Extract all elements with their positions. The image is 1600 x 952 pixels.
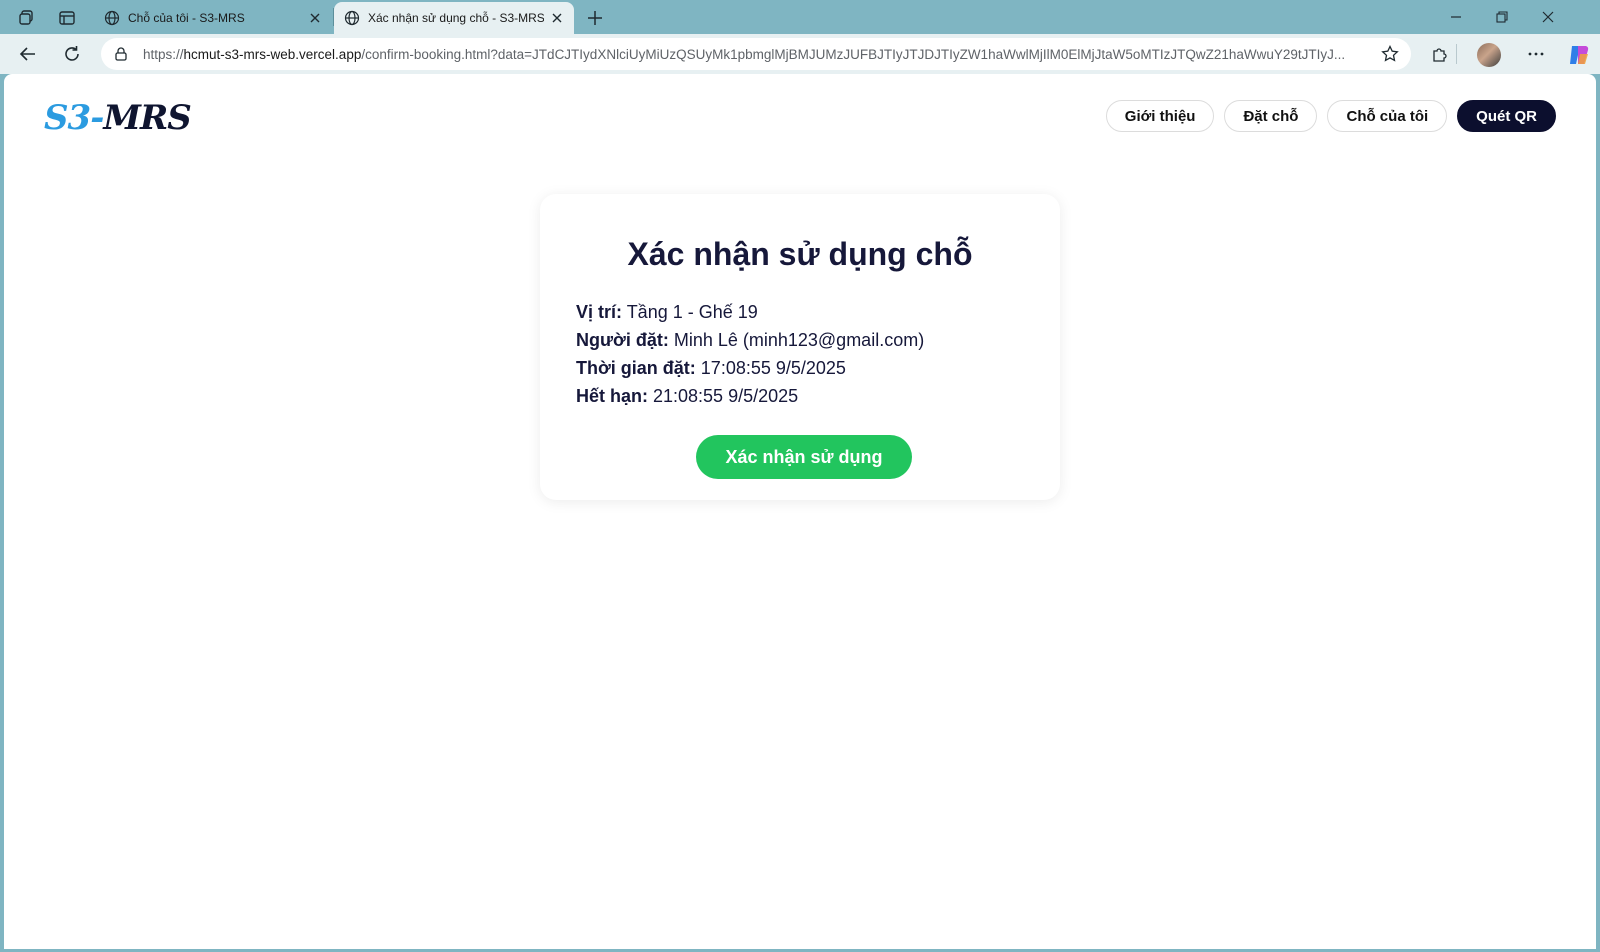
location-label: Vị trí:: [576, 302, 623, 322]
favorite-star-icon[interactable]: [1381, 45, 1399, 63]
tab-title: Chỗ của tôi - S3-MRS: [128, 11, 245, 25]
location-row: Vị trí: Tầng 1 - Ghế 19: [576, 298, 924, 326]
tab-confirm-booking[interactable]: Xác nhận sử dụng chỗ - S3-MRS: [334, 2, 574, 34]
url-text[interactable]: https://hcmut-s3-mrs-web.vercel.app/conf…: [143, 47, 1369, 62]
lock-icon[interactable]: [113, 46, 129, 62]
nav-my-spots-button[interactable]: Chỗ của tôi: [1327, 100, 1448, 132]
booked-time-label: Thời gian đặt:: [576, 358, 696, 378]
expiry-label: Hết hạn:: [576, 386, 648, 406]
globe-icon: [344, 10, 360, 26]
url-scheme: https://: [143, 46, 184, 62]
address-bar[interactable]: https://hcmut-s3-mrs-web.vercel.app/conf…: [101, 38, 1411, 70]
workspaces-icon[interactable]: [12, 5, 42, 31]
booker-row: Người đặt: Minh Lê (minh123@gmail.com): [576, 326, 924, 354]
browser-toolbar: https://hcmut-s3-mrs-web.vercel.app/conf…: [0, 34, 1600, 74]
nav-book-button[interactable]: Đặt chỗ: [1224, 100, 1318, 132]
new-tab-icon[interactable]: [582, 6, 608, 30]
copilot-icon[interactable]: [1566, 42, 1592, 68]
vertical-tabs-icon[interactable]: [52, 5, 82, 31]
page-viewport: S3-MRS Giới thiệu Đặt chỗ Chỗ của tôi Qu…: [4, 74, 1596, 949]
site-logo[interactable]: S3-MRS: [44, 98, 192, 138]
url-host: hcmut-s3-mrs-web.vercel.app: [183, 46, 362, 62]
close-tab-icon[interactable]: [308, 11, 322, 25]
more-options-icon[interactable]: [1520, 40, 1552, 68]
nav-scan-qr-button[interactable]: Quét QR: [1457, 100, 1556, 132]
expiry-row: Hết hạn: 21:08:55 9/5/2025: [576, 382, 924, 410]
globe-icon: [104, 10, 120, 26]
nav-intro-button[interactable]: Giới thiệu: [1105, 100, 1215, 132]
confirm-card: Xác nhận sử dụng chỗ Vị trí: Tầng 1 - Gh…: [540, 194, 1060, 500]
booking-details: Vị trí: Tầng 1 - Ghế 19 Người đặt: Minh …: [576, 298, 924, 410]
location-value: Tầng 1 - Ghế 19: [622, 302, 758, 322]
close-tab-icon[interactable]: [550, 11, 564, 25]
page-title: Xác nhận sử dụng chỗ: [627, 236, 973, 272]
tab-title: Xác nhận sử dụng chỗ - S3-MRS: [368, 11, 544, 25]
logo-s3: S3-: [44, 98, 104, 138]
logo-mrs: MRS: [103, 98, 191, 138]
booked-time-value: 17:08:55 9/5/2025: [695, 358, 846, 378]
expiry-value: 21:08:55 9/5/2025: [648, 386, 799, 406]
profile-avatar[interactable]: [1477, 43, 1501, 67]
extensions-icon[interactable]: [1423, 40, 1455, 68]
confirm-use-button[interactable]: Xác nhận sử dụng: [696, 435, 912, 479]
tab-my-spots[interactable]: Chỗ của tôi - S3-MRS: [94, 2, 332, 34]
browser-tab-strip: Chỗ của tôi - S3-MRS Xác nhận sử dụng ch…: [0, 0, 1600, 34]
toolbar-divider: [1456, 44, 1457, 64]
back-arrow-icon[interactable]: [12, 40, 44, 68]
restore-icon[interactable]: [1480, 4, 1524, 30]
close-window-icon[interactable]: [1526, 4, 1570, 30]
url-path: /confirm-booking.html?data=JTdCJTIydXNlc…: [361, 46, 1346, 62]
booked-time-row: Thời gian đặt: 17:08:55 9/5/2025: [576, 354, 924, 382]
site-nav: Giới thiệu Đặt chỗ Chỗ của tôi Quét QR: [1105, 100, 1556, 132]
refresh-icon[interactable]: [56, 40, 88, 68]
minimize-icon[interactable]: [1434, 4, 1478, 30]
booker-value: Minh Lê (minh123@gmail.com): [668, 330, 925, 350]
booker-label: Người đặt:: [576, 330, 669, 350]
